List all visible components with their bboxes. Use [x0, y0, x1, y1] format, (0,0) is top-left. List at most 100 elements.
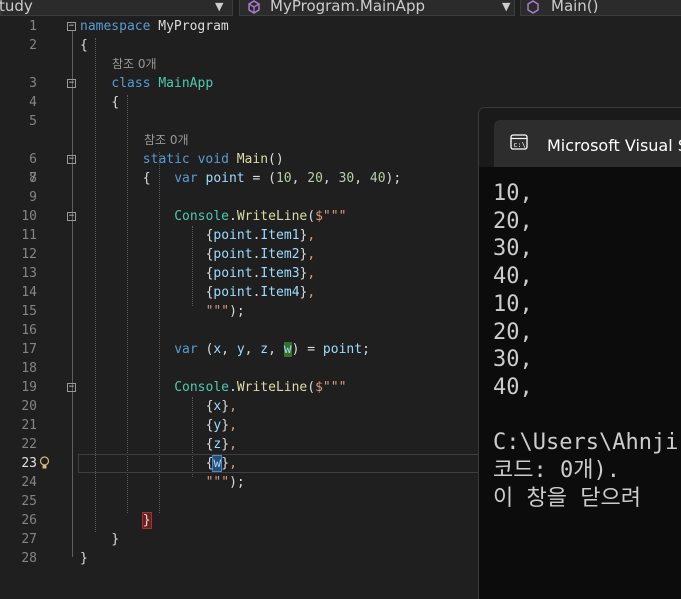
code-line[interactable]: """);	[206, 302, 245, 321]
collapse-icon[interactable]: −	[67, 79, 76, 88]
line-number: 2	[29, 38, 37, 53]
console-output-line: 30,	[493, 347, 533, 373]
code-token: {	[80, 38, 88, 53]
code-line[interactable]: Console.WriteLine($"""	[174, 378, 346, 397]
code-token: ()	[268, 152, 284, 167]
code-line[interactable]: {x},	[206, 397, 237, 416]
console-output-line: 30,	[493, 236, 533, 262]
navigation-bar: tudy ▼ MyProgram.MainApp ▼ Main()	[0, 0, 681, 17]
project-selector[interactable]: tudy ▼	[0, 0, 233, 16]
line-number: 8	[29, 171, 37, 186]
code-token: ,	[229, 437, 237, 452]
console-title: Microsoft Visual Studio 디버그 콘솔	[547, 136, 681, 155]
class-selector-label: MyProgram.MainApp	[270, 0, 425, 15]
console-output-line: 40,	[493, 264, 533, 290]
console-output: 10, 20, 30, 40, 10, 20, 30, 40, C:\Users\Ahnji 코…	[493, 180, 678, 512]
line-number: 14	[21, 285, 37, 300]
project-selector-label: tudy	[0, 0, 33, 15]
code-token: Item4	[260, 285, 300, 300]
code-token: Main	[236, 152, 269, 167]
code-token: ,	[354, 171, 370, 186]
code-line[interactable]: {	[111, 93, 119, 112]
code-line[interactable]: {	[80, 36, 88, 55]
code-token: }	[221, 418, 230, 433]
chevron-down-icon: ▼	[215, 0, 224, 13]
collapse-icon[interactable]: −	[67, 22, 76, 31]
code-token: x	[213, 342, 222, 357]
code-token: ,	[268, 342, 284, 357]
console-tab[interactable]: c:\ Microsoft Visual Studio 디버그 콘솔	[494, 120, 681, 167]
code-token: .	[228, 209, 237, 224]
code-token: 10	[275, 171, 292, 186]
code-line[interactable]: {	[143, 169, 151, 188]
code-token: y	[236, 342, 245, 357]
code-token: Item3	[260, 266, 300, 281]
member-selector[interactable]: Main()	[520, 0, 681, 16]
line-number: 17	[21, 342, 37, 357]
line-number: 25	[21, 494, 37, 509]
code-line[interactable]: }	[141, 511, 152, 530]
code-line[interactable]: Console.WriteLine($"""	[174, 207, 346, 226]
code-token: );	[229, 304, 245, 319]
code-token: class	[111, 76, 151, 91]
console-output-line: 20,	[493, 319, 533, 345]
code-line[interactable]: {point.Item2},	[206, 245, 316, 264]
code-token: ;	[362, 342, 370, 357]
code-token: Console	[174, 209, 229, 224]
reference-count-lens[interactable]: 참조 0개	[112, 55, 157, 74]
debug-console-window[interactable]: c:\ Microsoft Visual Studio 디버그 콘솔 10,20…	[478, 107, 681, 599]
line-number: 28	[21, 551, 37, 566]
code-line[interactable]: """);	[206, 473, 245, 492]
code-token: ,	[307, 266, 316, 281]
code-line[interactable]: var point = (10, 20, 30, 40);	[174, 169, 401, 188]
code-token: ,	[291, 171, 308, 186]
code-line[interactable]: }	[80, 549, 88, 568]
code-line[interactable]: }	[111, 530, 119, 549]
line-number: 13	[21, 266, 37, 281]
code-line[interactable]: var (x, y, z, w) = point;	[174, 340, 370, 359]
code-token: ,	[244, 342, 261, 357]
code-token: namespace	[80, 19, 151, 34]
line-number: 21	[21, 418, 37, 433]
code-line[interactable]: {z},	[206, 435, 237, 454]
line-number: 11	[21, 228, 37, 243]
code-line[interactable]: {point.Item4},	[206, 283, 316, 302]
collapse-icon[interactable]: −	[67, 155, 76, 164]
code-token: {	[142, 171, 151, 186]
code-token: point	[213, 247, 253, 262]
code-token: WriteLine	[236, 380, 308, 395]
code-token: MyProgram	[150, 19, 229, 34]
line-number: 24	[21, 475, 37, 490]
code-token: ,	[221, 342, 237, 357]
code-token: point	[213, 228, 253, 243]
reference-count-lens[interactable]: 참조 0개	[144, 131, 189, 150]
collapse-icon[interactable]: −	[67, 383, 76, 392]
class-selector[interactable]: MyProgram.MainApp ▼	[239, 0, 515, 16]
code-line[interactable]: {point.Item1},	[206, 226, 316, 245]
console-output-line: 10,	[493, 291, 533, 317]
line-number: 1	[29, 19, 37, 34]
line-number: 12	[21, 247, 37, 262]
code-token: $"""	[315, 380, 347, 395]
svg-text:c:\: c:\	[513, 141, 526, 149]
code-line[interactable]: namespace MyProgram	[80, 17, 229, 36]
collapse-icon[interactable]: −	[67, 212, 76, 221]
line-number: 3	[29, 76, 37, 91]
code-token: ,	[307, 247, 316, 262]
code-line[interactable]: {point.Item3},	[206, 264, 316, 283]
code-line[interactable]: static void Main()	[143, 150, 284, 169]
code-token: (	[307, 380, 316, 395]
code-token: WriteLine	[236, 209, 308, 224]
code-token: var	[174, 171, 198, 186]
line-number: 4	[29, 95, 37, 110]
line-number: 27	[21, 532, 37, 547]
code-token: var	[174, 342, 198, 357]
code-line[interactable]: class MainApp	[111, 74, 213, 93]
code-token: point	[322, 342, 363, 357]
code-line[interactable]: {w},	[206, 454, 237, 473]
code-line[interactable]: {y},	[206, 416, 237, 435]
line-number: 26	[21, 513, 37, 528]
lightbulb-icon[interactable]	[39, 456, 50, 470]
